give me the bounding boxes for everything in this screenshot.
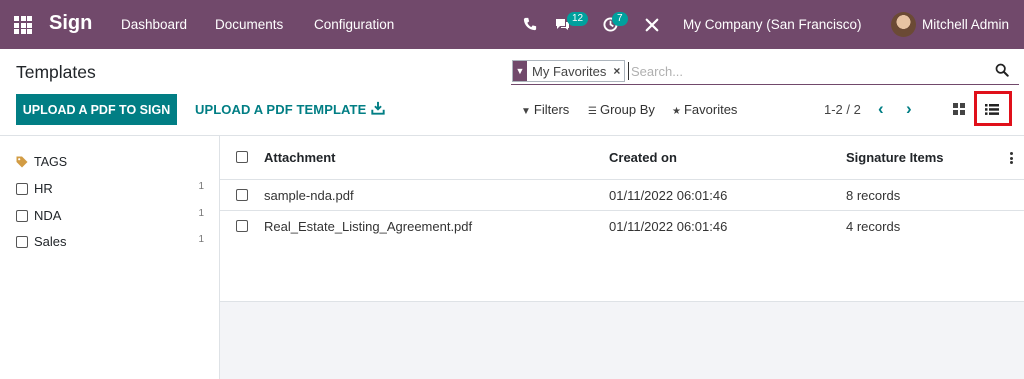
tags-header: TAGS (16, 155, 67, 169)
tools-icon[interactable] (645, 18, 659, 32)
optional-columns-icon[interactable] (1010, 152, 1014, 164)
table-header: Attachment Created on Signature Items (220, 136, 1024, 180)
tag-item-sales[interactable]: Sales 1 (16, 232, 208, 252)
row-checkbox[interactable] (236, 220, 248, 232)
upload-pdf-template-button[interactable]: UPLOAD A PDF TEMPLATE (195, 102, 366, 117)
tag-label: Sales (34, 234, 67, 249)
top-navbar: Sign Dashboard Documents Configuration 1… (0, 0, 1024, 49)
messages-badge: 12 (567, 12, 589, 26)
download-icon[interactable] (371, 101, 385, 115)
tag-count: 1 (198, 234, 204, 245)
favorites-label: Favorites (683, 102, 738, 117)
cell-created-on: 01/11/2022 06:01:46 (609, 188, 728, 203)
page-title: Templates (16, 62, 96, 82)
tag-label: HR (34, 181, 53, 196)
star-icon: ★ (672, 106, 681, 117)
templates-list: Attachment Created on Signature Items sa… (220, 136, 1024, 379)
app-name[interactable]: Sign (49, 12, 92, 35)
pager-value[interactable]: 1-2 / 2 (824, 102, 861, 117)
group-by-label: Group By (599, 102, 655, 117)
tag-item-nda[interactable]: NDA 1 (16, 206, 208, 226)
cell-attachment: Real_Estate_Listing_Agreement.pdf (264, 219, 473, 234)
tags-header-label: TAGS (34, 155, 68, 169)
filter-icon: ▼ (513, 61, 527, 81)
table-row[interactable]: Real_Estate_Listing_Agreement.pdf 01/11/… (220, 211, 1024, 242)
pager-next-button[interactable]: › (906, 99, 912, 119)
empty-row (220, 271, 1024, 302)
menu-documents[interactable]: Documents (215, 17, 283, 32)
select-all-checkbox[interactable] (236, 151, 248, 163)
tag-count: 1 (198, 208, 204, 219)
kanban-view-icon[interactable] (953, 103, 965, 115)
tag-checkbox[interactable] (16, 210, 28, 222)
search-input[interactable] (628, 62, 968, 80)
search-facet: ▼ My Favorites × (512, 60, 626, 82)
filter-icon: ▼ (521, 106, 531, 117)
tag-icon (16, 156, 28, 168)
tag-item-hr[interactable]: HR 1 (16, 179, 208, 199)
tag-label: NDA (34, 208, 62, 223)
cell-created-on: 01/11/2022 06:01:46 (609, 219, 728, 234)
facet-remove-button[interactable]: × (611, 61, 624, 81)
upload-pdf-to-sign-button[interactable]: UPLOAD A PDF TO SIGN (16, 94, 177, 125)
search-bar: ▼ My Favorites × (511, 58, 1019, 85)
pager-previous-button[interactable]: ‹ (878, 99, 884, 119)
tag-checkbox[interactable] (16, 183, 28, 195)
column-signature-items[interactable]: Signature Items (846, 150, 944, 165)
tag-count: 1 (198, 181, 204, 192)
user-menu[interactable]: Mitchell Admin (922, 17, 1009, 32)
tags-sidebar: TAGS HR 1 NDA 1 Sales 1 (0, 136, 220, 379)
table-row[interactable]: sample-nda.pdf 01/11/2022 06:01:46 8 rec… (220, 180, 1024, 211)
empty-row (220, 241, 1024, 272)
menu-dashboard[interactable]: Dashboard (121, 17, 187, 32)
cell-signature-items: 8 records (846, 188, 901, 203)
favorites-button[interactable]: ★ Favorites (672, 102, 737, 117)
row-checkbox[interactable] (236, 189, 248, 201)
tag-checkbox[interactable] (16, 236, 28, 248)
cell-signature-items: 4 records (846, 219, 901, 234)
cell-attachment: sample-nda.pdf (264, 188, 354, 203)
avatar[interactable] (891, 12, 916, 37)
filters-label: Filters (533, 102, 570, 117)
group-by-button[interactable]: ☰ Group By (588, 102, 655, 117)
column-created-on[interactable]: Created on (609, 150, 677, 165)
company-switcher[interactable]: My Company (San Francisco) (683, 17, 862, 32)
search-icon[interactable] (995, 63, 1009, 77)
bars-icon: ☰ (588, 106, 597, 117)
phone-icon[interactable] (523, 17, 537, 31)
list-view-icon[interactable] (985, 104, 999, 115)
activities-badge: 7 (612, 12, 628, 26)
apps-grid-icon[interactable] (14, 16, 32, 34)
column-attachment[interactable]: Attachment (264, 150, 336, 165)
facet-label: My Favorites (532, 64, 607, 79)
menu-configuration[interactable]: Configuration (314, 17, 394, 32)
filters-button[interactable]: ▼ Filters (521, 102, 569, 117)
